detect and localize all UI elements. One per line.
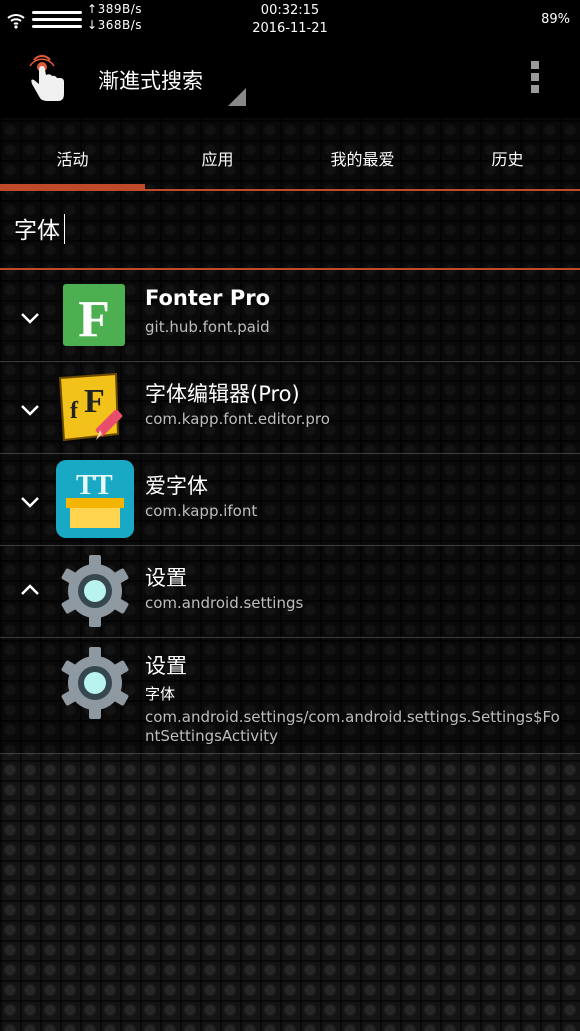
- app-name: 设置: [145, 566, 187, 590]
- app-package: com.kapp.ifont: [145, 502, 258, 520]
- battery-level: 89%: [541, 12, 570, 27]
- activity-row[interactable]: 设置 字体 com.android.settings/com.android.s…: [0, 638, 580, 754]
- result-row[interactable]: 设置 com.android.settings: [0, 546, 580, 638]
- app-name: 字体编辑器(Pro): [145, 382, 300, 406]
- app-name: Fonter Pro: [145, 286, 270, 310]
- font-editor-icon: f F: [58, 372, 123, 442]
- text-caret: [64, 214, 65, 244]
- toolbar: 漸進式搜索: [0, 42, 580, 118]
- chevron-down-icon[interactable]: [18, 490, 42, 514]
- result-row[interactable]: F Fonter Pro git.hub.font.paid: [0, 270, 580, 362]
- result-row[interactable]: T T 爱字体 com.kapp.ifont: [0, 454, 580, 546]
- svg-text:F: F: [84, 383, 105, 420]
- settings-gear-icon: [61, 555, 129, 627]
- svg-text:T: T: [76, 470, 95, 501]
- chevron-down-icon[interactable]: [18, 398, 42, 422]
- overflow-menu-icon[interactable]: [526, 58, 544, 98]
- app-package: git.hub.font.paid: [145, 318, 270, 336]
- activity-name: 设置: [145, 654, 187, 678]
- search-input[interactable]: [14, 211, 554, 245]
- search-bar: [0, 191, 580, 269]
- app-package: com.android.settings: [145, 594, 304, 612]
- svg-text:T: T: [94, 470, 113, 501]
- app-package: com.kapp.font.editor.pro: [145, 410, 330, 428]
- tab-activity[interactable]: 活动: [0, 146, 145, 170]
- activity-label: 字体: [145, 685, 176, 703]
- ifont-icon: T T: [56, 460, 134, 538]
- status-date: 2016-11-21: [252, 21, 328, 36]
- tab-indicator: [0, 184, 145, 191]
- toolbar-title[interactable]: 漸進式搜索: [98, 65, 203, 95]
- settings-gear-icon: [61, 647, 129, 719]
- status-bar: ↑389B/s ↓368B/s 00:32:15 2016-11-21 89%: [0, 0, 580, 42]
- status-time: 00:32:15: [260, 3, 320, 18]
- chevron-up-icon[interactable]: [18, 578, 42, 602]
- result-row[interactable]: f F 字体编辑器(Pro) com.kapp.font.editor.pro: [0, 362, 580, 454]
- tab-apps[interactable]: 应用: [145, 146, 290, 170]
- fonter-pro-icon: F: [63, 284, 125, 348]
- svg-text:F: F: [78, 291, 110, 348]
- chevron-down-icon[interactable]: [18, 306, 42, 330]
- svg-text:f: f: [70, 398, 79, 424]
- activity-component: com.android.settings/com.android.setting…: [145, 708, 560, 745]
- tab-bar: 活动 应用 我的最爱 历史: [0, 118, 580, 190]
- tab-favorites[interactable]: 我的最爱: [290, 146, 435, 170]
- tap-hand-logo-icon[interactable]: [24, 54, 68, 104]
- tab-history[interactable]: 历史: [435, 146, 580, 170]
- dropdown-triangle-icon[interactable]: [228, 88, 246, 106]
- app-name: 爱字体: [145, 474, 208, 498]
